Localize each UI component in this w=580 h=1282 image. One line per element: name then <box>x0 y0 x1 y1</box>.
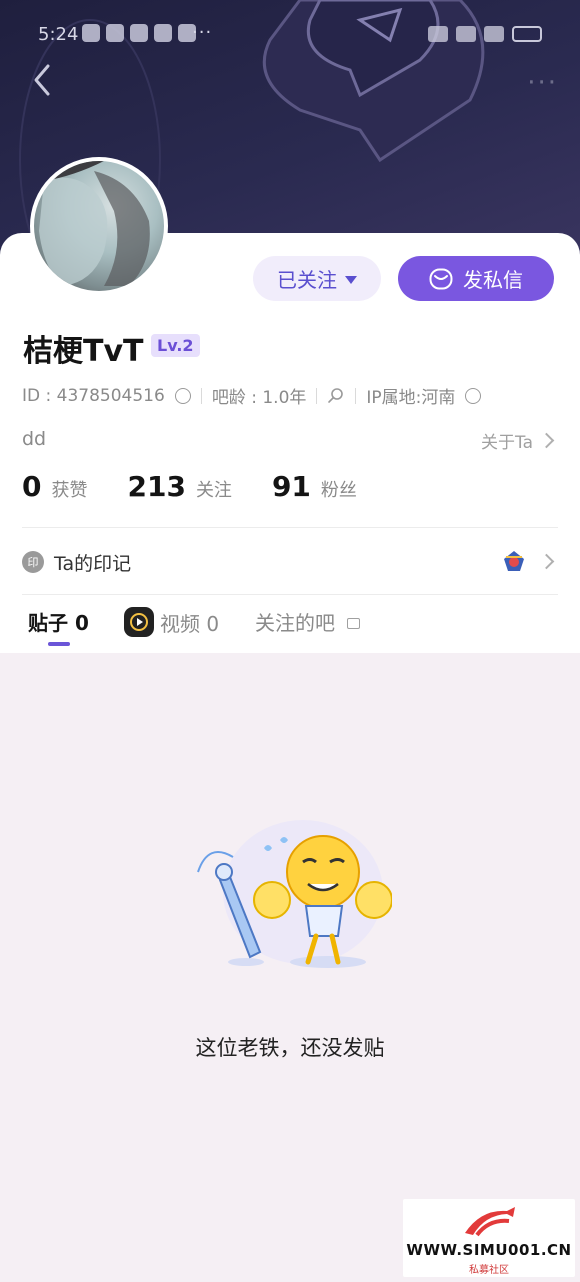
divider <box>200 387 202 404</box>
followed-label: 已关注 <box>277 268 337 292</box>
marks-row[interactable]: 印 Ta的印记 <box>22 548 558 576</box>
stat-label: 粉丝 <box>320 480 357 501</box>
user-id: ID : 4378504516 <box>22 385 165 406</box>
alarm-icon <box>428 26 448 42</box>
back-button[interactable] <box>26 60 60 100</box>
tab-label: 关注的吧 <box>255 611 335 635</box>
divider <box>316 387 318 404</box>
send-message-label: 发私信 <box>463 268 523 292</box>
tab-followed-bars[interactable]: 关注的吧 <box>255 607 360 636</box>
battery-icon <box>512 26 542 42</box>
notification-app-icon <box>154 24 172 42</box>
stat-value: 213 <box>127 470 186 503</box>
divider <box>22 594 558 595</box>
send-message-button[interactable]: 发私信 <box>398 256 554 301</box>
status-time: 5:24 <box>38 24 79 45</box>
about-link[interactable]: 关于Ta <box>481 428 555 453</box>
avatar-photo <box>34 161 150 286</box>
about-label: 关于Ta <box>481 433 533 453</box>
stat-value: 0 <box>22 470 42 503</box>
level-badge: Lv.2 <box>151 334 200 357</box>
status-notification-icons <box>82 24 196 42</box>
profile-tabs: 贴子 0 视频 0 关注的吧 <box>0 600 580 650</box>
search-icon[interactable] <box>327 387 345 405</box>
empty-state-illustration <box>197 820 392 968</box>
video-play-icon <box>124 607 154 637</box>
signal-icon <box>484 26 504 42</box>
notification-app-icon <box>106 24 124 42</box>
status-bar: 5:24 ··· <box>0 0 580 70</box>
wifi-icon <box>456 26 476 42</box>
stat-followers[interactable]: 91 粉丝 <box>272 470 357 503</box>
notification-app-icon <box>82 24 100 42</box>
active-tab-indicator <box>48 642 70 646</box>
avatar[interactable] <box>30 157 168 295</box>
tab-videos[interactable]: 视频 0 <box>124 607 219 637</box>
username: 桔梗TvT <box>23 334 144 369</box>
tab-posts[interactable]: 贴子 0 <box>28 607 89 636</box>
stat-following[interactable]: 213 关注 <box>127 470 231 503</box>
watermark-logo <box>465 1207 515 1237</box>
tab-label: 贴子 0 <box>28 611 89 635</box>
help-icon[interactable] <box>465 387 482 404</box>
watermark: WWW.SIMU001.CN 私募社区 <box>403 1199 575 1277</box>
stat-value: 91 <box>271 470 311 503</box>
chevron-right-icon <box>538 553 555 570</box>
watermark-subtitle: 私募社区 <box>469 1265 509 1276</box>
bio-text: dd <box>22 428 47 450</box>
stat-label: 关注 <box>195 480 232 501</box>
status-system-icons <box>428 26 542 42</box>
more-options-button[interactable]: ··· <box>527 68 558 98</box>
stat-label: 获赞 <box>51 480 88 501</box>
message-icon <box>429 268 453 289</box>
stat-likes[interactable]: 0 获赞 <box>22 470 87 503</box>
tab-label: 视频 0 <box>160 611 220 636</box>
watermark-url: WWW.SIMU001.CN <box>406 1241 572 1259</box>
followed-button[interactable]: 已关注 <box>253 256 381 301</box>
copy-icon[interactable] <box>174 387 191 404</box>
chevron-right-icon <box>538 432 555 449</box>
marks-label: Ta的印记 <box>54 552 132 575</box>
caret-down-icon <box>345 275 357 284</box>
status-more-dots: ··· <box>192 22 213 43</box>
divider <box>355 387 357 404</box>
notification-app-icon <box>130 24 148 42</box>
mark-badge-icon <box>504 551 524 571</box>
mark-icon: 印 <box>22 551 44 573</box>
bar-age: 吧龄 : 1.0年 <box>211 388 307 408</box>
lock-icon <box>347 618 360 629</box>
profile-meta-row: ID : 4378504516 吧龄 : 1.0年 IP属地:河南 <box>22 383 482 408</box>
chevron-left-icon <box>34 64 50 96</box>
divider <box>22 527 558 528</box>
ip-location: IP属地:河南 <box>366 388 456 408</box>
empty-state-message: 这位老铁，还没发贴 <box>195 1036 385 1060</box>
stats-row: 0 获赞 213 关注 91 粉丝 <box>22 470 357 503</box>
